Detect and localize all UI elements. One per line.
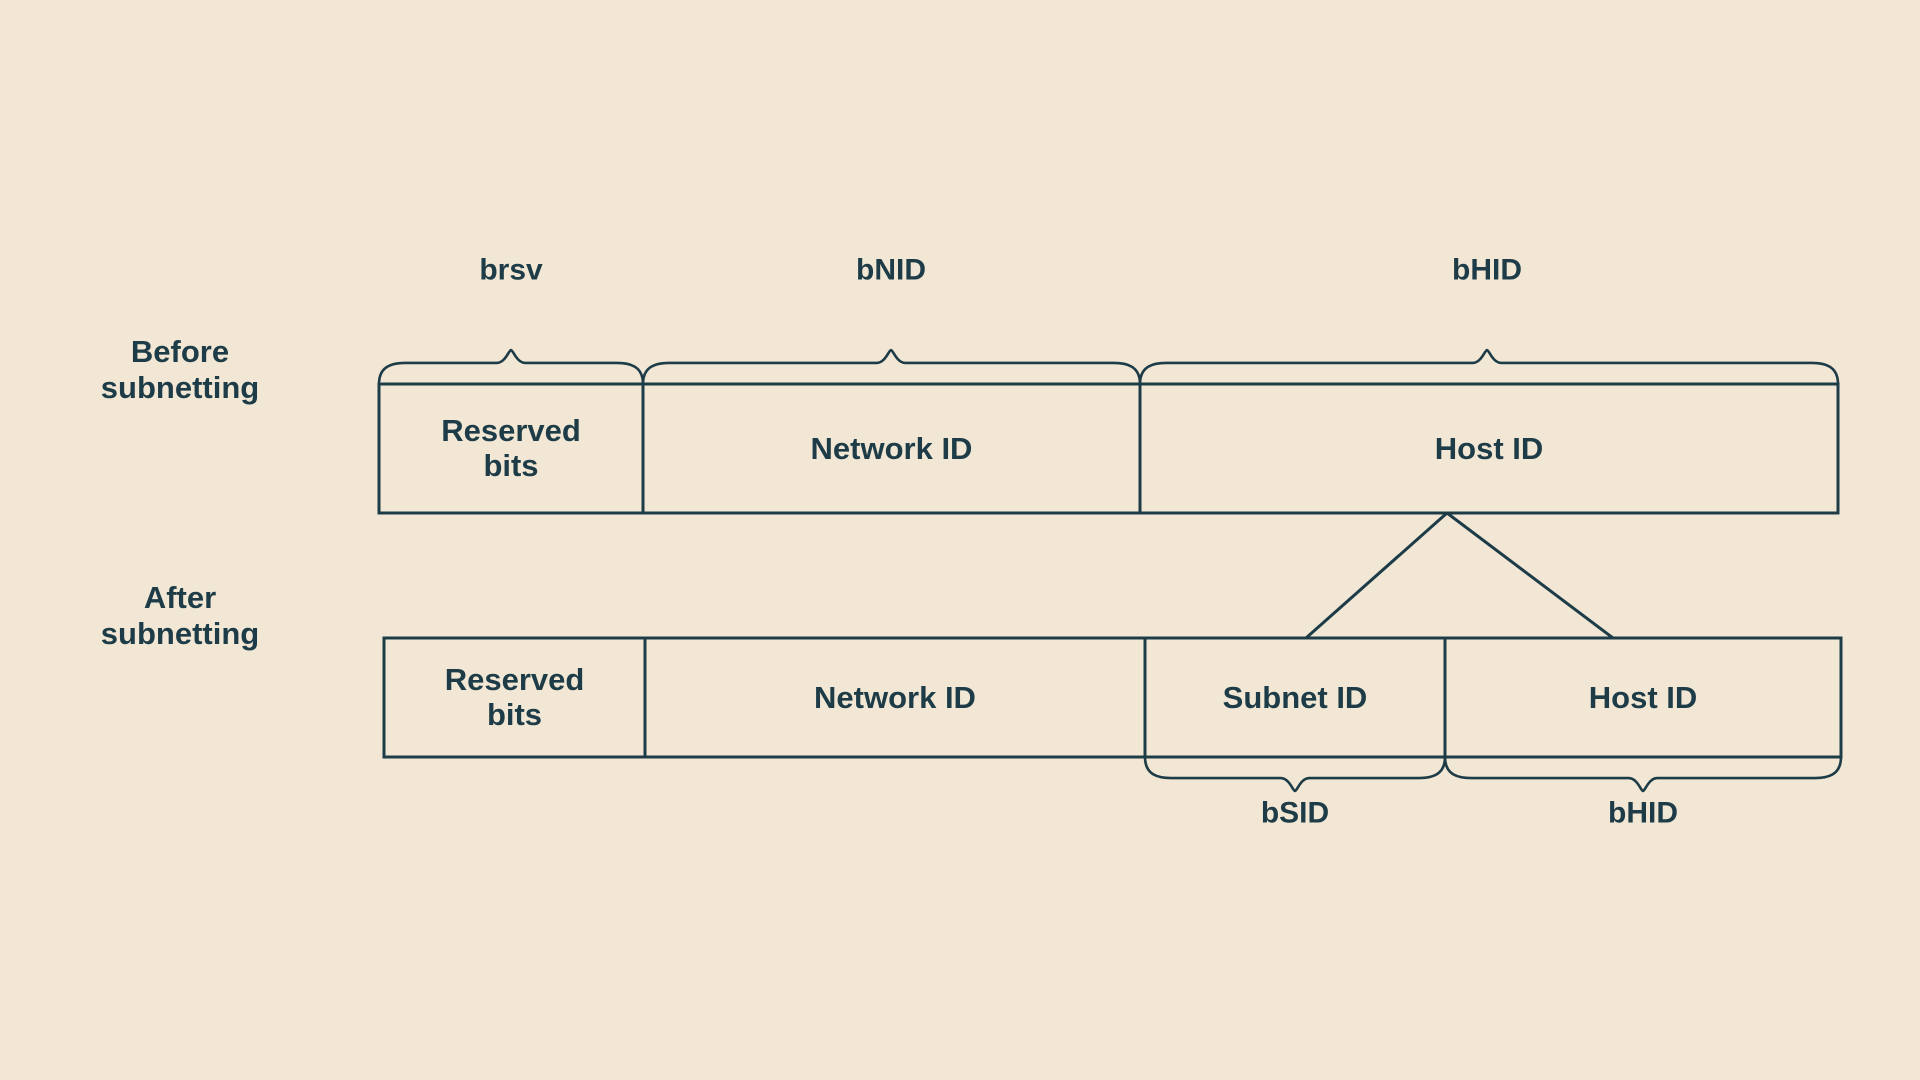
brace-after-bhid (1443, 755, 1843, 793)
row-caption-before-subnetting: Before subnetting (100, 334, 260, 405)
brace-label-bhid-after: bHID (1608, 796, 1678, 830)
cell-label-before-host-id: Host ID (1434, 430, 1544, 466)
row-caption-after-subnetting: After subnetting (100, 580, 260, 651)
brace-before-bhid (1138, 348, 1840, 386)
subnetting-diagram: Before subnetting After subnetting Reser… (0, 0, 1920, 1080)
brace-label-bhid-before: bHID (1452, 253, 1522, 287)
cell-label-after-host-id: Host ID (1588, 679, 1698, 715)
brace-before-brsv (377, 348, 645, 386)
connector-line-left (1305, 511, 1448, 640)
diagram-canvas (377, 348, 1843, 793)
connector-line-right (1446, 511, 1614, 640)
brace-before-bnid (641, 348, 1142, 386)
brace-after-bsid (1143, 755, 1447, 793)
